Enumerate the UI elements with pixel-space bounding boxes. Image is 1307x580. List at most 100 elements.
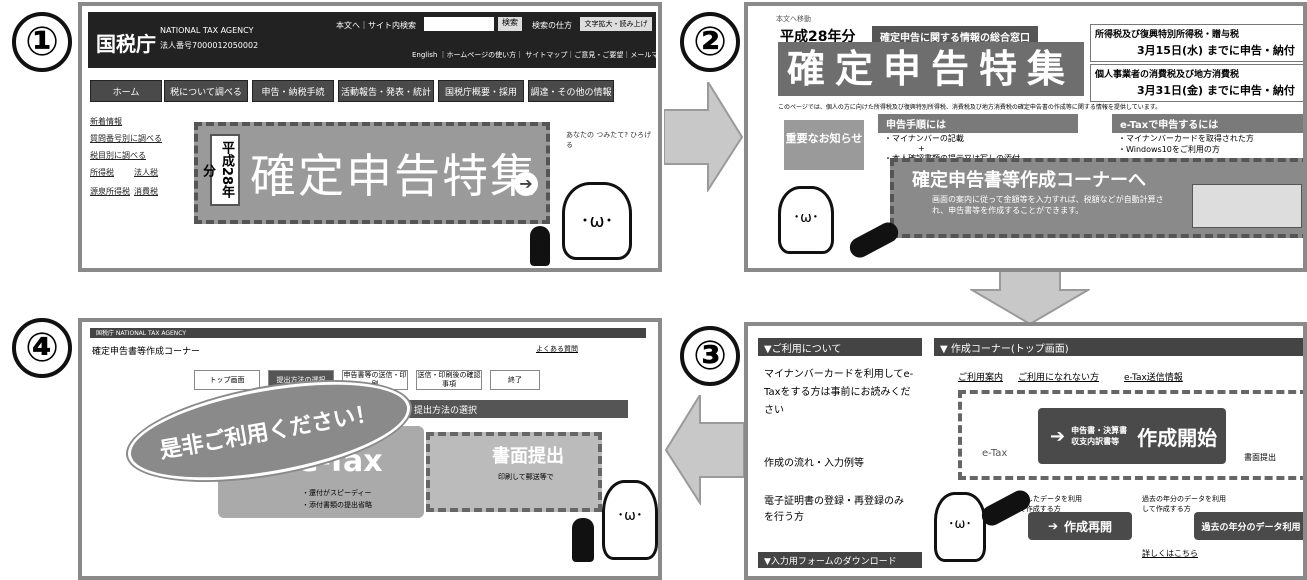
search-help-link[interactable]: 検索の仕方 [532, 20, 572, 31]
past-data-label: 過去の年分のデータ利用 [1201, 522, 1301, 533]
nav-reports[interactable]: 活動報告・発表・統計 [338, 80, 434, 102]
trail-step-top: トップ画面 [194, 370, 260, 390]
page-description: このページでは、個人の方に向けた所得税及び復興特別所得税、消費税及び地方消費税の… [778, 104, 1162, 111]
start-button[interactable]: ➔ 申告書・決算書 収支内訳書等 作成開始 [1038, 408, 1226, 464]
arrow-left-icon [664, 395, 745, 505]
pointer-hand-icon [846, 218, 902, 262]
mascot-small-text: あなたの つみたて? ひろげる [566, 131, 652, 149]
agency-en: NATIONAL TAX AGENCY [160, 26, 254, 35]
nav-other[interactable]: 調達・その他の情報 [528, 80, 614, 102]
section-procedure-title: 申告手順には [878, 114, 1078, 133]
sidebar-item-mynumber[interactable]: マイナンバーカードを利用してe-Taxをする方は事前にお読みください [764, 366, 920, 420]
section-header: 提出方法の選択 [402, 400, 628, 418]
nav-about[interactable]: 国税庁概要・採用 [438, 80, 524, 102]
corp-number: 法人番号7000012050002 [160, 41, 259, 50]
sidebar-link-consumption[interactable]: 消費税 [134, 186, 176, 197]
link-etax-info[interactable]: e-Tax送信情報 [1124, 370, 1183, 383]
etax-label: e-Tax [982, 448, 1008, 459]
nav-tax-info[interactable]: 税について調べる [164, 80, 248, 102]
sidebar-link-question[interactable]: 質問番号別に調べる [90, 133, 176, 144]
resume-button[interactable]: ➔ 作成再開 [1028, 512, 1132, 540]
help-link[interactable]: よくある質問 [536, 344, 578, 354]
banner-title: 確定申告特集 [250, 149, 538, 203]
etax-item-mynumber: ・マイナンバーカードを取得された方 [1118, 134, 1254, 143]
pointer-hand-icon [978, 486, 1034, 530]
past-small: 過去の年分のデータを利用して作成する方 [1142, 495, 1226, 513]
deadline-2: 3月31日(金) までに申告・納付 [1137, 84, 1295, 97]
etax-option-sub2: ・添付書類の提出省略 [302, 501, 372, 509]
arrow-right-icon [664, 82, 744, 192]
trail-step-end: 終了 [490, 370, 540, 390]
sidebar-link-corp[interactable]: 法人税 [134, 167, 176, 178]
procedure-item-mynumber: ・マイナンバーの記載 [884, 134, 964, 143]
deadline-box-1: 所得税及び復興特別所得税・贈与税 3月15日(水) までに申告・納付 [1090, 24, 1303, 62]
top-links[interactable]: 本文へ｜サイト内検索 [336, 20, 416, 31]
pointer-hand-icon [530, 226, 550, 266]
mascot-rabbit-icon: ･ω･ [934, 492, 986, 562]
etax-option-sub1: ・還付がスピーディー [302, 489, 372, 497]
special-title: 確定申告特集 [778, 42, 1084, 96]
font-size-button[interactable]: 文字拡大・読み上げ [580, 17, 652, 31]
sidebar-link-withholding[interactable]: 源泉所得税 [90, 186, 132, 197]
nav-filing[interactable]: 申告・納税手続 [252, 80, 334, 102]
arrow-down-icon [970, 268, 1090, 326]
etax-item-windows: ・Windows10をご利用の方 [1118, 145, 1220, 154]
sidebar-item-cert[interactable]: 電子証明書の登録・再登録のみを行う方 [764, 494, 904, 526]
agency-name: 国税庁 [96, 32, 156, 56]
nta-header: 国税庁 NATIONAL TAX AGENCY [90, 328, 646, 338]
deadline-1: 3月15日(水) までに申告・納付 [1137, 44, 1295, 57]
mascot-rabbit-icon: ･ω･ [602, 480, 658, 560]
step-number-4: ④ [12, 318, 72, 378]
nav-home[interactable]: ホーム [90, 80, 162, 102]
page-title: 確定申告書等作成コーナー [92, 347, 201, 357]
sidebar-header: ▼ご利用について [758, 338, 922, 356]
sidebar-item-flow[interactable]: 作成の流れ・入力例等 [764, 454, 920, 469]
section-etax-title: e-Taxで申告するには [1112, 114, 1303, 133]
panel-step-1: 国税庁 NATIONAL TAX AGENCY 法人番号700001205000… [78, 2, 662, 272]
procedure-item-plus: + [918, 144, 925, 153]
search-button[interactable]: 検索 [498, 17, 522, 31]
mascot-rabbit-icon: ･ω･ [562, 182, 632, 260]
deadline-2-label: 個人事業者の消費税及び地方消費税 [1095, 70, 1240, 80]
panel-step-2: 本文へ移動 平成28年分 確定申告に関する情報の総合窓口 確定申告特集 所得税及… [744, 2, 1307, 272]
skip-link[interactable]: 本文へ移動 [776, 14, 811, 24]
corner-description: 画面の案内に従って金額等を入力すれば、税額などが自動計算され、申告書等を作成する… [932, 195, 1164, 215]
panel-step-3: ▼ご利用について マイナンバーカードを利用してe-Taxをする方は事前にお読みく… [744, 322, 1307, 580]
deadline-1-label: 所得税及び復興特別所得税・贈与税 [1095, 30, 1240, 40]
start-button-small: 申告書・決算書 収支内訳書等 [1071, 426, 1128, 446]
past-data-button[interactable]: 過去の年分のデータ利用 [1194, 512, 1303, 540]
sidebar: 新着情報 質問番号別に調べる 税目別に調べる 所得税 法人税 源泉所得税 消費税 [90, 116, 176, 203]
site-search-input[interactable] [424, 17, 494, 31]
sub-links[interactable]: English ｜ホームページの使い方｜ サイトマップ｜ご意見・ご要望｜メールマ… [412, 50, 658, 60]
pointer-hand-icon [572, 518, 594, 562]
start-button-label: 作成開始 [1137, 425, 1218, 450]
banner-year: 平成28年分 [200, 134, 240, 206]
banner-arrow-icon[interactable]: ➔ [514, 172, 538, 196]
step-number-1: ① [12, 12, 72, 72]
paper-label: 書面提出 [1244, 453, 1276, 462]
section-etax: e-Taxで申告するには ・マイナンバーカードを取得された方 ・Windows1… [1112, 114, 1303, 164]
step-number-2: ② [680, 12, 740, 72]
sidebar-footer[interactable]: ▼入力用フォームのダウンロード [758, 552, 922, 568]
resume-button-label: 作成再開 [1064, 519, 1113, 534]
corner-thumbnail [1192, 184, 1302, 228]
trail-step-confirm: 送信・印刷後の確認事項 [416, 370, 482, 390]
corner-link[interactable]: 確定申告書等作成コーナーへ [912, 166, 1146, 192]
start-arrow-icon: ➔ [1050, 425, 1066, 447]
step-number-3: ③ [680, 326, 740, 386]
panel-step-4: 国税庁 NATIONAL TAX AGENCY 確定申告書等作成コーナー よくあ… [78, 318, 662, 580]
paper-option-label: 書面提出 [492, 446, 564, 467]
notice-box[interactable]: 重要なお知らせ [784, 120, 864, 170]
mascot-rabbit-icon: ･ω･ [778, 186, 834, 254]
detail-link[interactable]: 詳しくはこちら [1142, 548, 1198, 559]
paper-option-sub: 印刷して郵送等で [498, 473, 554, 481]
sidebar-link-income[interactable]: 所得税 [90, 167, 132, 178]
main-header: ▼ 作成コーナー(トップ画面) [934, 338, 1303, 356]
sidebar-link-news[interactable]: 新着情報 [90, 116, 176, 127]
section-procedure: 申告手順には ・マイナンバーの記載 + ・本人確認書類の提示又は写しの添付 [878, 114, 1078, 164]
deadline-box-2: 個人事業者の消費税及び地方消費税 3月31日(金) までに申告・納付 [1090, 64, 1303, 102]
link-guide[interactable]: ご利用案内 [958, 370, 1003, 383]
link-unavailable[interactable]: ご利用になれない方 [1018, 370, 1099, 383]
sidebar-link-taxtype[interactable]: 税目別に調べる [90, 150, 176, 161]
resume-arrow-icon: ➔ [1047, 519, 1059, 533]
